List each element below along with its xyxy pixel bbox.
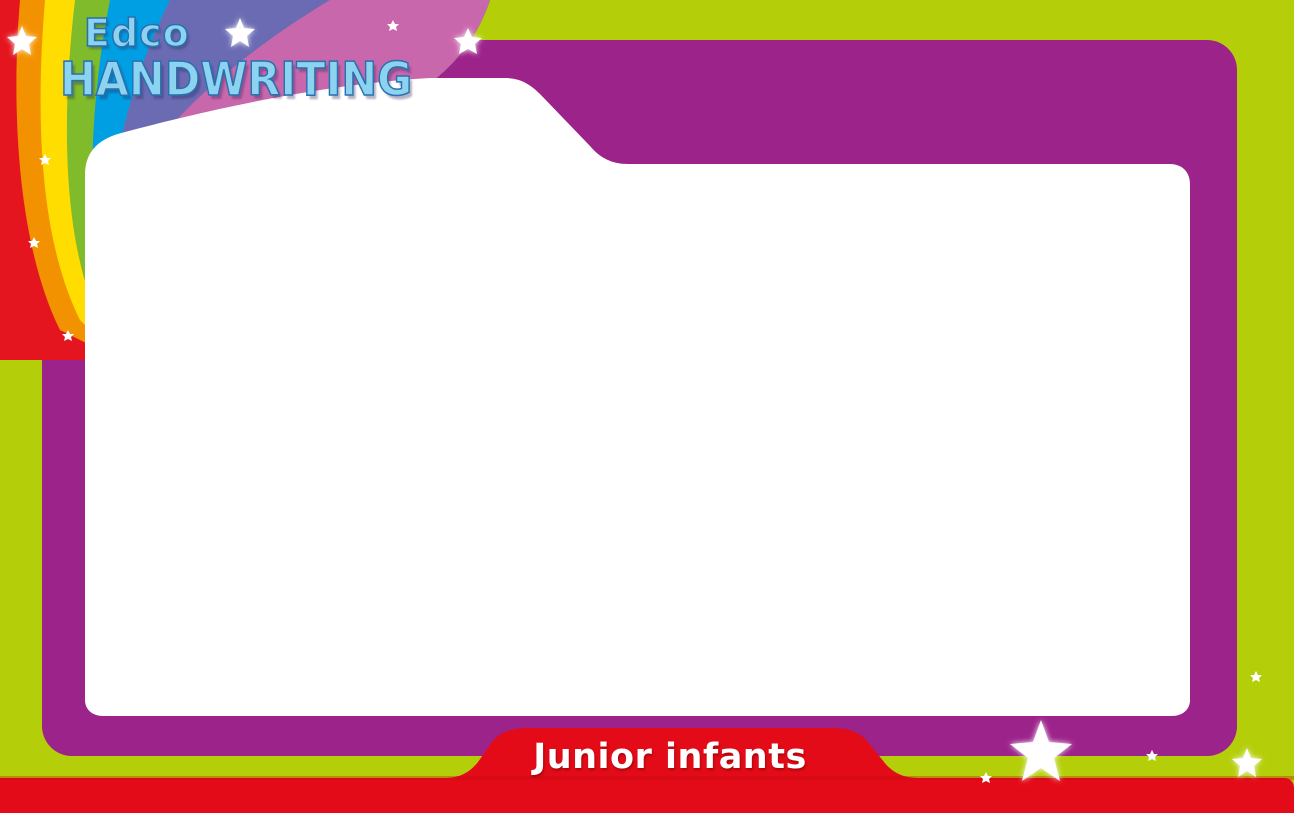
grade-label: Junior infants — [533, 737, 807, 777]
star-icon — [1146, 750, 1158, 761]
star-icon — [1250, 671, 1262, 682]
cover-page: Edco HANDWRITING Junior infants — [0, 0, 1294, 813]
star-icon — [1232, 748, 1262, 777]
logo-product: HANDWRITING — [59, 52, 413, 106]
decoration-layer — [0, 0, 1294, 813]
star-icon — [1010, 720, 1072, 781]
logo-brand: Edco — [83, 11, 190, 55]
content-panel — [85, 78, 1190, 716]
